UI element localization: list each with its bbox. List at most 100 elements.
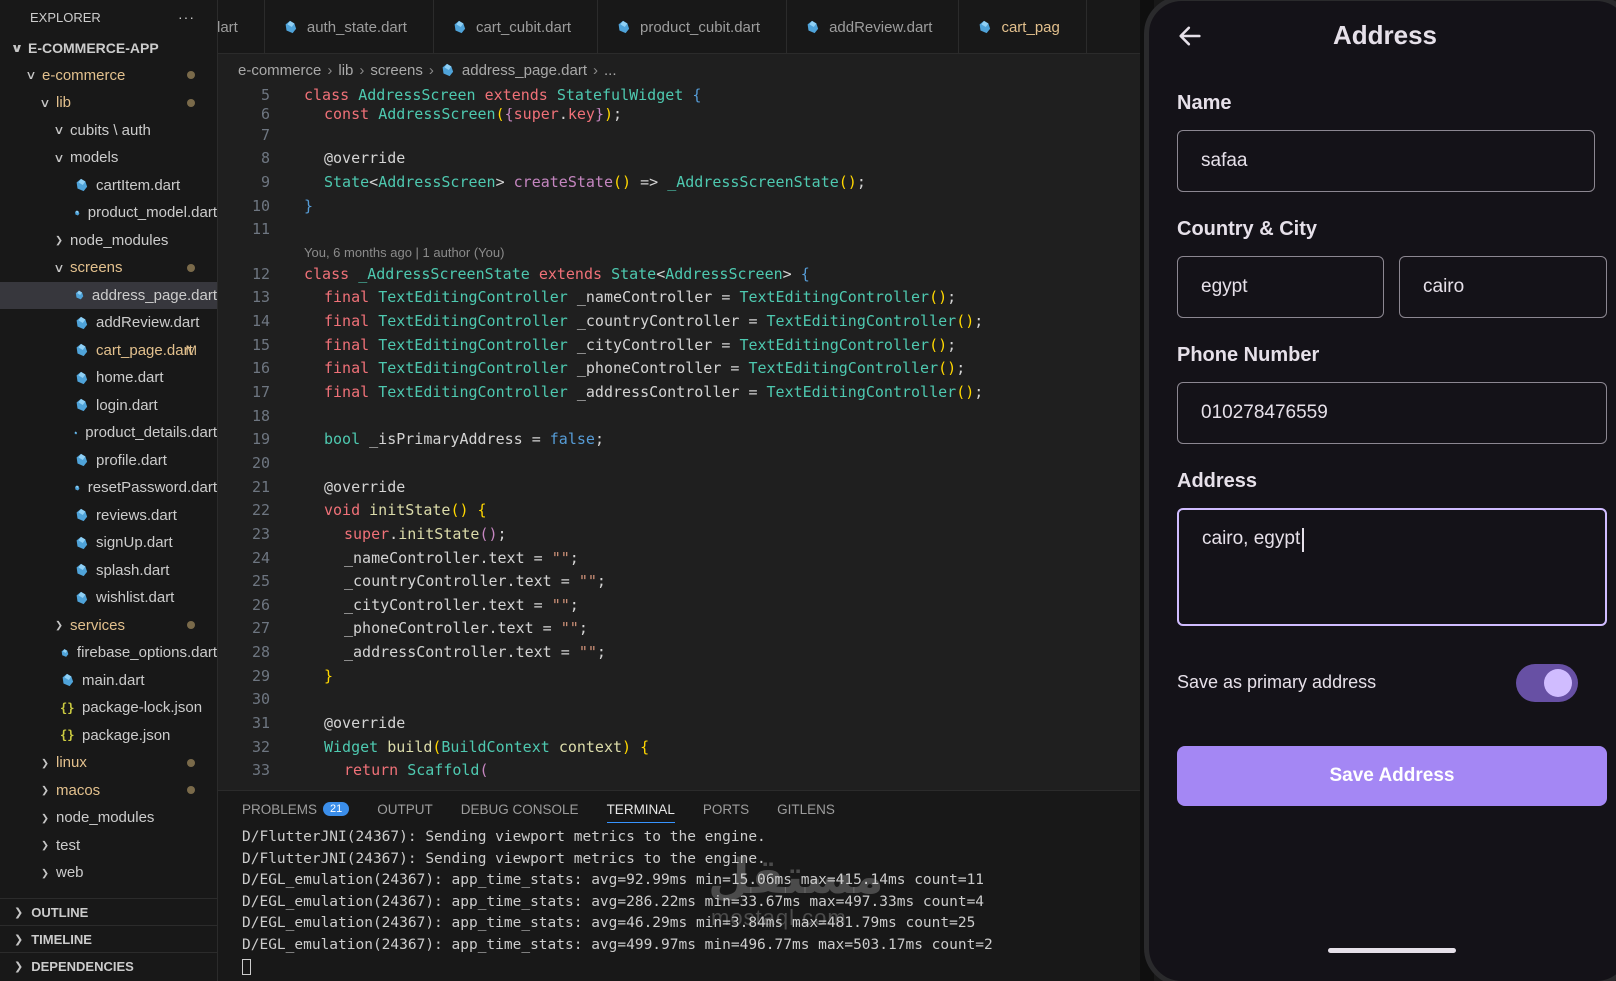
modified-dot-icon bbox=[187, 71, 195, 80]
tab-debug-console[interactable]: DEBUG CONSOLE bbox=[461, 791, 579, 827]
breadcrumb-separator-icon: › bbox=[428, 61, 434, 79]
file-tree: ∨ E-COMMERCE-APP ∨ e-commerce ∨ lib ∨ cubits \ … bbox=[0, 34, 217, 887]
code-line: 12 class _AddressScreenState extends Stat… bbox=[251, 264, 810, 283]
tab-label: addReview.dart bbox=[829, 18, 933, 36]
folder-item[interactable]: ∨ e-commerce bbox=[0, 62, 217, 90]
file-item[interactable]: splash.dart bbox=[0, 557, 217, 585]
file-item[interactable]: home.dart bbox=[0, 364, 217, 392]
text-caret bbox=[1302, 528, 1305, 552]
tab-output[interactable]: OUTPUT bbox=[377, 791, 433, 827]
tab-terminal[interactable]: TERMINAL bbox=[606, 791, 676, 827]
section-label: OUTLINE bbox=[31, 904, 89, 920]
primary-address-switch[interactable] bbox=[1516, 664, 1578, 702]
file-item[interactable]: main.dart bbox=[0, 667, 217, 695]
chevron-right-icon: ❯ bbox=[40, 867, 50, 879]
file-item[interactable]: product_model.dart bbox=[0, 199, 217, 227]
file-item[interactable]: address_page.dart bbox=[0, 281, 217, 309]
editor-tab[interactable]: dart bbox=[218, 0, 265, 53]
dependencies-section[interactable]: ❯ DEPENDENCIES bbox=[0, 952, 217, 979]
file-item[interactable]: {} package-lock.json bbox=[0, 694, 217, 722]
dart-file-icon bbox=[61, 648, 69, 657]
file-item[interactable]: wishlist.dart bbox=[0, 584, 217, 612]
home-indicator[interactable] bbox=[1328, 948, 1456, 953]
editor-tab[interactable]: product_cubit.dart bbox=[598, 0, 788, 53]
tab-gitlens[interactable]: GITLENS bbox=[777, 791, 835, 827]
tab-label: auth_state.dart bbox=[306, 18, 407, 36]
breadcrumb-item[interactable]: lib bbox=[338, 62, 353, 79]
folder-item[interactable]: ❯ web bbox=[0, 859, 217, 887]
phone-field[interactable]: 010278476559 bbox=[1177, 382, 1607, 444]
outline-section[interactable]: ❯ OUTLINE bbox=[0, 898, 217, 925]
dart-file-icon bbox=[76, 344, 88, 357]
folder-item[interactable]: ∨ E-COMMERCE-APP bbox=[0, 34, 217, 62]
tree-item-label: web bbox=[56, 864, 84, 882]
folder-item[interactable]: ❯ node_modules bbox=[0, 804, 217, 832]
git-status-badge: M bbox=[185, 342, 197, 359]
chevron-right-icon: ❯ bbox=[40, 784, 50, 796]
save-address-button[interactable]: Save Address bbox=[1177, 746, 1607, 806]
tab-problems[interactable]: PROBLEMS 21 bbox=[242, 791, 350, 827]
folder-item[interactable]: ❯ node_modules bbox=[0, 227, 217, 255]
name-value: safaa bbox=[1201, 150, 1248, 171]
tree-item-label: address_page.dart bbox=[91, 286, 217, 304]
tree-item-label: home.dart bbox=[96, 369, 164, 387]
folder-item[interactable]: ∨ cubits \ auth bbox=[0, 117, 217, 145]
file-item[interactable]: cart_page.dart M bbox=[0, 337, 217, 365]
breadcrumb-item[interactable]: address_page.dart bbox=[462, 62, 587, 79]
folder-item[interactable]: ❯ linux bbox=[0, 749, 217, 777]
folder-item[interactable]: ❯ macos bbox=[0, 777, 217, 805]
file-item[interactable]: cartItem.dart bbox=[0, 172, 217, 200]
name-field[interactable]: safaa bbox=[1177, 130, 1595, 192]
editor-tab[interactable]: cart_cubit.dart bbox=[434, 0, 598, 53]
folder-item[interactable]: ❯ test bbox=[0, 832, 217, 860]
folder-item[interactable]: ❯ services bbox=[0, 612, 217, 640]
editor-tab[interactable]: addReview.dart bbox=[787, 0, 960, 53]
folder-item[interactable]: ∨ models bbox=[0, 144, 217, 172]
code-line: 29} bbox=[251, 666, 334, 685]
editor-tab[interactable]: auth_state.dart bbox=[265, 0, 434, 53]
breadcrumb-item[interactable]: screens bbox=[370, 62, 423, 79]
tree-item-label: product_model.dart bbox=[87, 204, 217, 222]
file-item[interactable]: product_details.dart bbox=[0, 419, 217, 447]
git-blame-annotation[interactable]: You, 6 months ago | 1 author (You) bbox=[218, 242, 1140, 263]
tree-item-label: profile.dart bbox=[96, 451, 167, 469]
address-label: Address bbox=[1177, 470, 1258, 492]
editor-tab[interactable]: cart_pag bbox=[959, 0, 1087, 53]
file-item[interactable]: profile.dart bbox=[0, 447, 217, 475]
tree-item-label: services bbox=[70, 616, 126, 634]
editor-tabs: dart auth_state.dart cart_cubit.dart produc… bbox=[218, 0, 1140, 54]
file-item[interactable]: reviews.dart bbox=[0, 502, 217, 530]
file-item[interactable]: {} package.json bbox=[0, 722, 217, 750]
terminal-output[interactable]: D/FlutterJNI(24367): Sending viewport me… bbox=[218, 827, 1140, 978]
tree-item-label: product_details.dart bbox=[85, 424, 217, 442]
terminal-line: D/FlutterJNI(24367): Sending viewport me… bbox=[242, 850, 766, 867]
folder-item[interactable]: ∨ screens bbox=[0, 254, 217, 282]
file-item[interactable]: addReview.dart bbox=[0, 309, 217, 337]
file-item[interactable]: resetPassword.dart bbox=[0, 474, 217, 502]
tab-ports[interactable]: PORTS bbox=[703, 791, 749, 827]
dart-file-icon bbox=[74, 431, 78, 435]
problems-badge: 21 bbox=[323, 802, 350, 816]
tab-label: cart_cubit.dart bbox=[475, 18, 571, 36]
country-value: egypt bbox=[1201, 276, 1248, 297]
timeline-section[interactable]: ❯ TIMELINE bbox=[0, 925, 217, 952]
chevron-down-icon: ∨ bbox=[53, 123, 65, 138]
address-field[interactable]: cairo, egypt bbox=[1177, 508, 1607, 626]
country-city-label: Country & City bbox=[1177, 218, 1317, 240]
breadcrumb-item[interactable]: ... bbox=[604, 62, 617, 79]
folder-item[interactable]: ∨ lib bbox=[0, 89, 217, 117]
tree-item-label: models bbox=[70, 149, 119, 167]
city-field[interactable]: cairo bbox=[1399, 256, 1607, 318]
file-item[interactable]: firebase_options.dart bbox=[0, 639, 217, 667]
code-line: 24 _nameController.text = ""; bbox=[251, 548, 579, 567]
file-item[interactable]: login.dart bbox=[0, 392, 217, 420]
tree-item-label: test bbox=[56, 836, 81, 854]
more-actions-icon[interactable]: ··· bbox=[178, 9, 195, 25]
modified-dot-icon bbox=[187, 621, 195, 630]
explorer-sidebar: EXPLORER ··· ∨ E-COMMERCE-APP ∨ e-commerce ∨… bbox=[0, 0, 218, 981]
code-line: 28 _addressController.text = ""; bbox=[251, 643, 606, 662]
breadcrumb-item[interactable]: e-commerce bbox=[238, 62, 321, 79]
code-area[interactable]: 5 class AddressScreen extends StatefulWid… bbox=[218, 84, 1140, 783]
country-field[interactable]: egypt bbox=[1177, 256, 1384, 318]
file-item[interactable]: signUp.dart bbox=[0, 529, 217, 557]
